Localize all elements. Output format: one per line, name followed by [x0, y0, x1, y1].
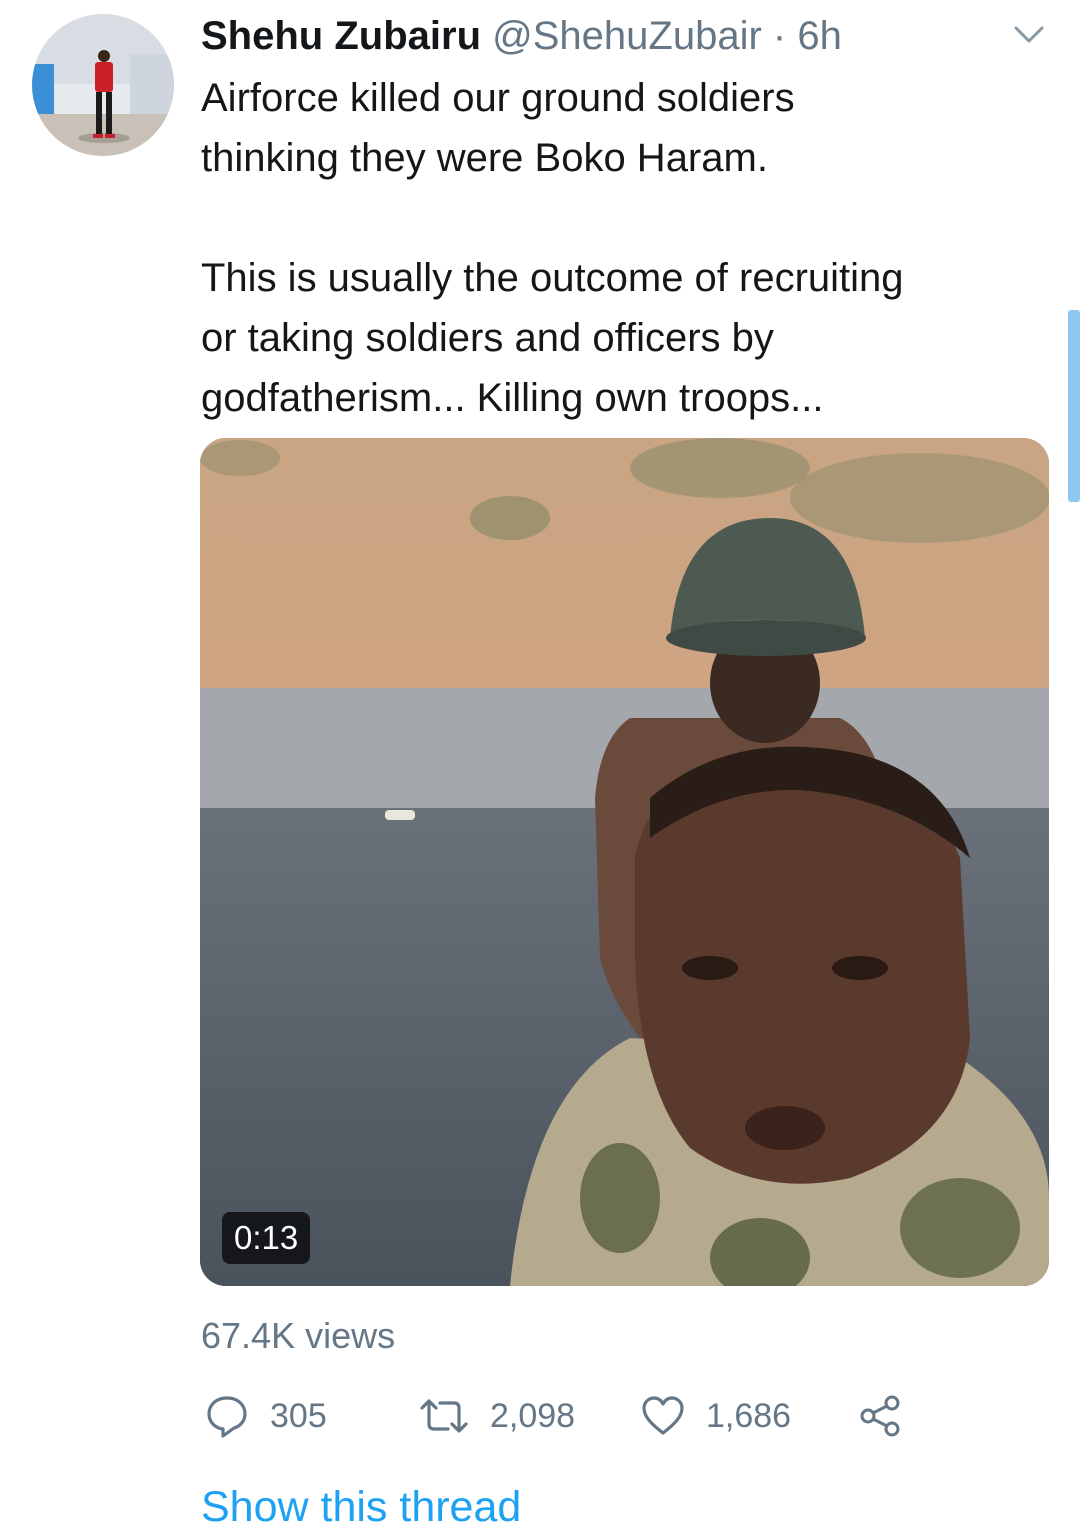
avatar[interactable]	[32, 14, 174, 156]
heart-icon	[642, 1396, 684, 1435]
retweet-icon	[420, 1399, 468, 1433]
reply-icon	[207, 1396, 247, 1438]
show-thread-link[interactable]: Show this thread	[201, 1480, 521, 1534]
tweet-text: Airforce killed our ground soldiers thin…	[201, 76, 904, 420]
tweet-header: Shehu Zubairu @ShehuZubair · 6h	[201, 12, 842, 60]
share-icon	[860, 1395, 900, 1437]
like-button[interactable]: 1,686	[640, 1388, 791, 1444]
like-count: 1,686	[706, 1396, 792, 1435]
author-name[interactable]: Shehu Zubairu	[201, 14, 481, 58]
tweet-timestamp[interactable]: 6h	[797, 14, 842, 58]
reply-button[interactable]: 305	[204, 1388, 327, 1444]
chevron-down-icon[interactable]	[1012, 22, 1046, 48]
reply-count: 305	[270, 1396, 327, 1435]
video-thumbnail	[200, 438, 1049, 1286]
header-separator: ·	[772, 14, 787, 58]
retweet-button[interactable]: 2,098	[418, 1388, 575, 1444]
avatar-image	[32, 14, 174, 156]
retweet-count: 2,098	[490, 1396, 576, 1435]
share-button[interactable]	[858, 1388, 902, 1444]
author-handle[interactable]: @ShehuZubair	[492, 14, 762, 58]
scrollbar-thumb[interactable]	[1068, 310, 1080, 502]
view-count: 67.4K views	[201, 1315, 396, 1356]
video-player[interactable]: 0:13	[200, 438, 1049, 1286]
video-duration-badge: 0:13	[222, 1212, 311, 1264]
tweet-action-bar: 305 2,098 1,686	[200, 1388, 920, 1444]
